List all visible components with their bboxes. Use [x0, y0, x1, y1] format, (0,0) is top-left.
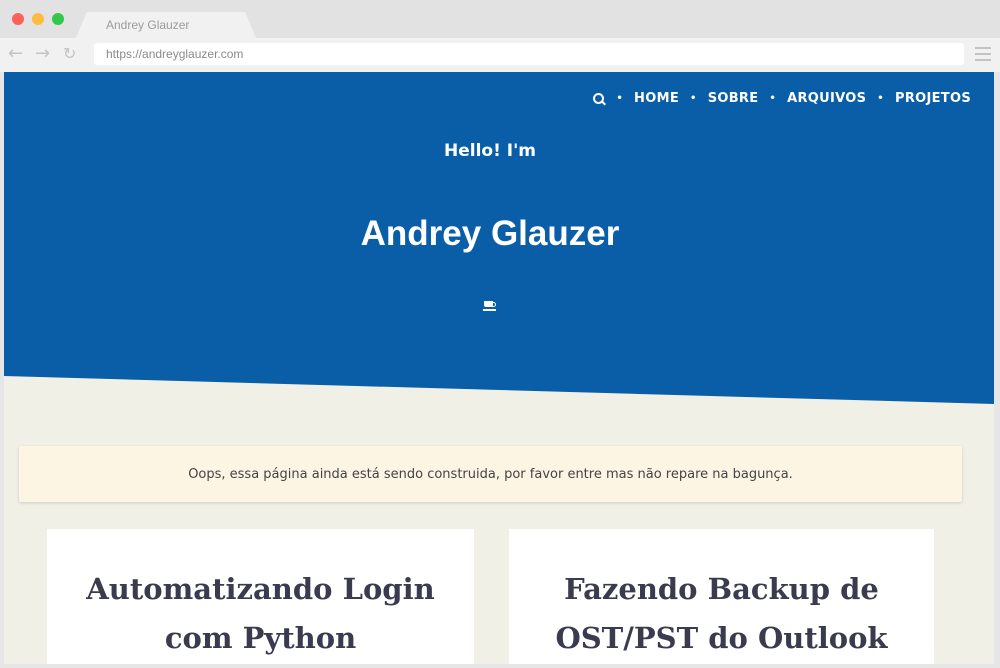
nav-item-projetos[interactable]: PROJETOS	[895, 91, 971, 106]
url-text: https://andreyglauzer.com	[106, 47, 244, 61]
search-icon[interactable]	[593, 92, 605, 105]
notice-text: Oops, essa página ainda está sendo const…	[188, 466, 793, 482]
post-card[interactable]: Automatizando Login com Python	[47, 529, 474, 664]
minimize-window-button[interactable]	[32, 13, 44, 25]
hero-name: Andrey Glauzer	[360, 214, 620, 253]
close-window-button[interactable]	[12, 13, 24, 25]
arrow-right-icon[interactable]: →	[35, 44, 50, 64]
nav-item-sobre[interactable]: SOBRE	[708, 91, 759, 106]
reload-icon[interactable]: ↻	[63, 44, 76, 64]
web-page: • HOME • SOBRE • ARQUIVOS • PROJETOS Hel…	[4, 72, 994, 664]
browser-toolbar: ← → ↻ https://andreyglauzer.com	[0, 38, 1000, 72]
nav-item-home[interactable]: HOME	[634, 91, 679, 106]
hero-greeting: Hello! I'm	[443, 141, 536, 161]
maximize-window-button[interactable]	[52, 13, 64, 25]
browser-chrome: Andrey Glauzer ← → ↻ https://andreyglauz…	[0, 0, 1000, 72]
hamburger-menu-icon[interactable]	[975, 47, 991, 61]
nav-item-arquivos[interactable]: ARQUIVOS	[787, 91, 866, 106]
nav-separator: •	[690, 93, 697, 104]
nav-separator: •	[616, 93, 624, 104]
tab-title: Andrey Glauzer	[106, 18, 190, 32]
arrow-left-icon[interactable]: ←	[8, 44, 23, 64]
post-title[interactable]: Fazendo Backup de OST/PST do Outlook	[529, 565, 914, 663]
address-bar[interactable]: https://andreyglauzer.com	[94, 43, 964, 65]
coffee-icon	[483, 300, 497, 312]
nav-separator: •	[877, 93, 884, 104]
browser-tab[interactable]: Andrey Glauzer	[76, 12, 256, 38]
site-navigation: • HOME • SOBRE • ARQUIVOS • PROJETOS	[593, 91, 971, 106]
post-title[interactable]: Automatizando Login com Python	[67, 565, 454, 663]
post-card[interactable]: Fazendo Backup de OST/PST do Outlook	[509, 529, 934, 664]
construction-notice: Oops, essa página ainda está sendo const…	[19, 446, 962, 502]
nav-separator: •	[769, 93, 777, 104]
